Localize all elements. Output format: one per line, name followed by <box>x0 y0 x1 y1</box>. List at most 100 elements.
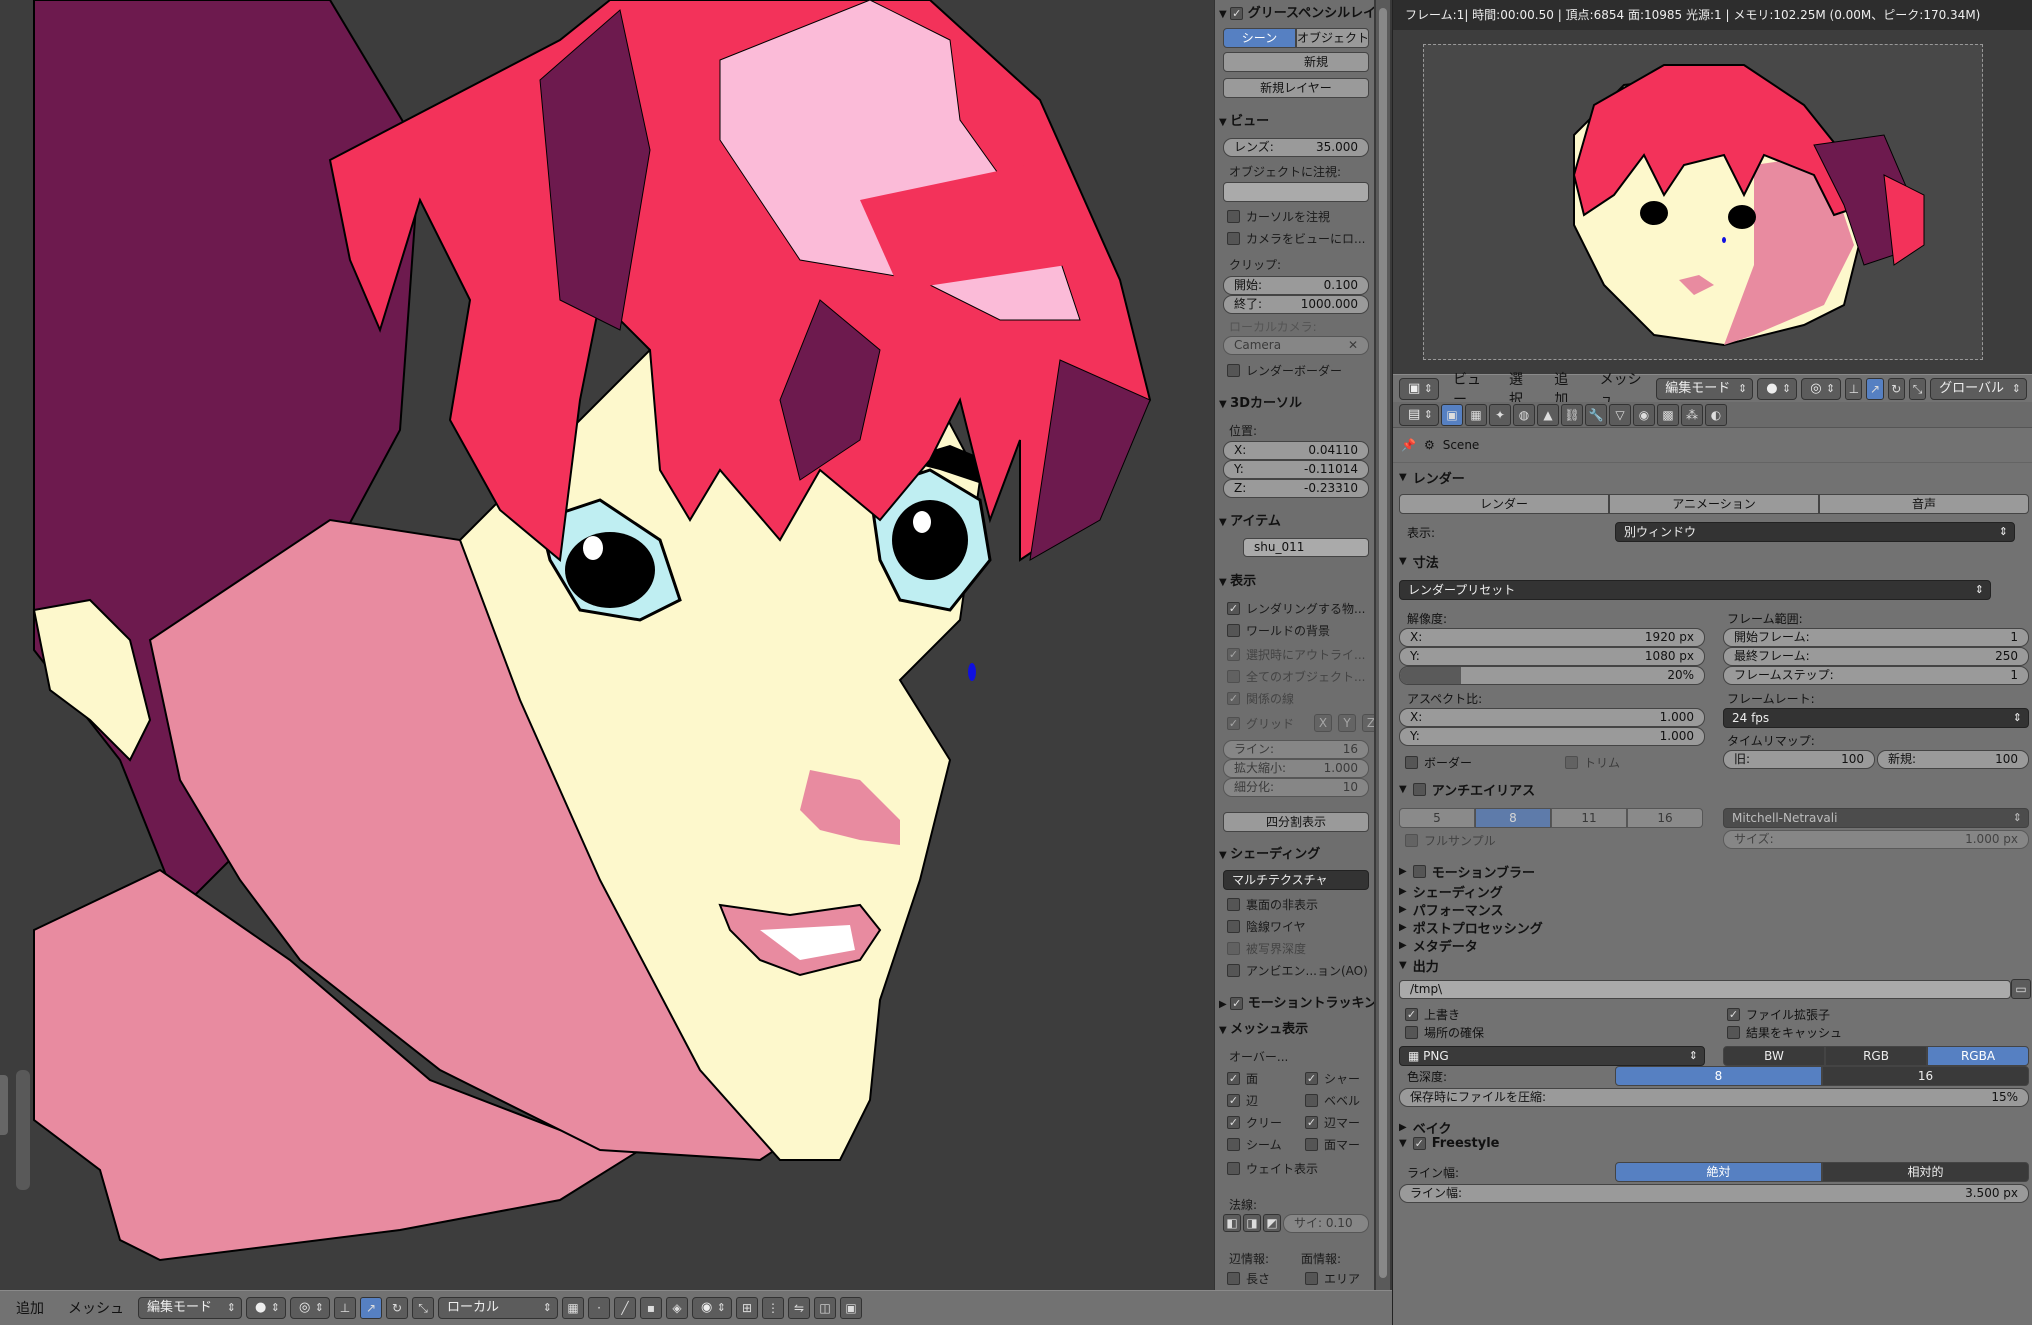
folder-icon[interactable]: ▭ <box>2011 979 2031 999</box>
item-panel-header[interactable]: アイテム <box>1219 510 1370 529</box>
frame-rate-select[interactable]: 24 fps <box>1723 708 2029 728</box>
motion-blur-panel-header[interactable]: モーションブラー <box>1399 862 1535 881</box>
compression-slider[interactable]: 保存時にファイルを圧縮: 15% <box>1399 1088 2029 1107</box>
grid-axis-x-toggle[interactable]: X <box>1314 714 1333 732</box>
clear-icon[interactable]: ✕ <box>1348 337 1358 354</box>
tab-layers-icon[interactable]: ▦ <box>1465 403 1487 426</box>
aspect-x-field[interactable]: X: 1.000 <box>1399 708 1705 727</box>
backface-culling-checkbox[interactable]: 裏面の非表示 <box>1227 896 1318 913</box>
file-extensions-checkbox[interactable]: ✓ ファイル拡張子 <box>1727 1006 1830 1023</box>
layer-icon[interactable]: ▦ <box>562 1297 584 1319</box>
only-render-checkbox[interactable]: ✓ レンダリングする物... <box>1227 600 1365 617</box>
scale-icon[interactable]: ⤡ <box>1908 377 1927 400</box>
freestyle-panel-header[interactable]: ✓Freestyle <box>1399 1136 1500 1151</box>
full-sample-checkbox[interactable]: フルサンプル <box>1405 832 1496 849</box>
post-processing-panel-header[interactable]: ポストプロセッシング <box>1399 918 1543 937</box>
frame-start-field[interactable]: 開始フレーム: 1 <box>1723 628 2029 647</box>
render-panel-header[interactable]: レンダー <box>1399 468 1465 487</box>
grease-pencil-header[interactable]: ✓ グリースペンシルレイ <box>1219 2 1374 21</box>
frame-end-field[interactable]: 最終フレーム: 250 <box>1723 647 2029 666</box>
viewport-scrollbar[interactable] <box>16 1070 30 1190</box>
normal-size-field[interactable]: サイ: 0.10 <box>1283 1214 1369 1233</box>
remap-new-field[interactable]: 新規: 100 <box>1877 750 2029 769</box>
shading-panel-header[interactable]: シェーディング <box>1399 882 1503 901</box>
border-checkbox[interactable]: ボーダー <box>1405 754 1472 771</box>
cursor-z-field[interactable]: Z: -0.23310 <box>1223 479 1369 498</box>
orientation-select[interactable]: ローカル <box>438 1297 558 1319</box>
show-face-marks-checkbox[interactable]: 面マー <box>1305 1136 1360 1153</box>
resolution-y-field[interactable]: Y: 1080 px <box>1399 647 1705 666</box>
menu-add[interactable]: 追加 <box>6 1298 54 1318</box>
resolution-x-field[interactable]: X: 1920 px <box>1399 628 1705 647</box>
grid-subdivisions-field[interactable]: 細分化: 10 <box>1223 778 1369 797</box>
local-camera-field[interactable]: Camera ✕ <box>1223 336 1369 355</box>
aa-samples-8[interactable]: 8 <box>1475 808 1551 828</box>
aa-samples-16[interactable]: 16 <box>1627 808 1703 828</box>
edge-length-checkbox[interactable]: 長さ <box>1227 1270 1270 1287</box>
show-faces-checkbox[interactable]: ✓ 面 <box>1227 1070 1258 1087</box>
lens-field[interactable]: レンズ: 35.000 <box>1223 138 1369 157</box>
depth-of-field-checkbox[interactable]: 被写界深度 <box>1227 940 1306 957</box>
shading-panel-header[interactable]: シェーディング <box>1219 843 1370 862</box>
crop-checkbox[interactable]: トリム <box>1565 754 1620 771</box>
line-width-absolute-button[interactable]: 絶対 <box>1615 1162 1822 1182</box>
lock-camera-checkbox[interactable]: カメラをビューにロ... <box>1227 230 1365 247</box>
3d-viewport[interactable] <box>0 0 1214 1290</box>
aspect-y-field[interactable]: Y: 1.000 <box>1399 727 1705 746</box>
render-presets-select[interactable]: レンダープリセット <box>1399 580 1991 600</box>
antialiasing-panel-header[interactable]: アンチエイリアス <box>1399 780 1535 799</box>
tab-render-icon[interactable]: ▣ <box>1441 403 1463 426</box>
render-border-checkbox[interactable]: レンダーボーダー <box>1227 362 1342 379</box>
grid-scale-field[interactable]: 拡大縮小: 1.000 <box>1223 759 1369 778</box>
line-width-relative-button[interactable]: 相対的 <box>1822 1162 2029 1182</box>
tab-scene-icon[interactable]: ✦ <box>1489 403 1511 426</box>
cursor-y-field[interactable]: Y: -0.11014 <box>1223 460 1369 479</box>
aa-samples-5[interactable]: 5 <box>1399 808 1475 828</box>
ambient-occlusion-checkbox[interactable]: アンビエン...ョン(AO) <box>1227 962 1368 979</box>
depth-16-button[interactable]: 16 <box>1822 1066 2029 1086</box>
tab-physics-icon[interactable]: ◐ <box>1705 403 1727 426</box>
frame-step-field[interactable]: フレームステップ: 1 <box>1723 666 2029 685</box>
lock-cursor-checkbox[interactable]: カーソルを注視 <box>1227 208 1330 225</box>
editor-type-select[interactable]: ▣ <box>1399 377 1439 400</box>
translate-icon[interactable]: ↗ <box>360 1297 382 1319</box>
show-edges-checkbox[interactable]: ✓ 辺 <box>1227 1092 1258 1109</box>
clip-start-field[interactable]: 開始: 0.100 <box>1223 276 1369 295</box>
view-panel-header[interactable]: ビュー <box>1219 110 1370 129</box>
tab-data-icon[interactable]: ▽ <box>1609 403 1631 426</box>
grid-lines-field[interactable]: ライン: 16 <box>1223 740 1369 759</box>
resolution-percent-slider[interactable]: 20% <box>1399 666 1705 685</box>
motion-tracking-header[interactable]: ✓ モーショントラッキン <box>1219 992 1374 1011</box>
depth-8-button[interactable]: 8 <box>1615 1066 1822 1086</box>
grease-new-button[interactable]: 新規 <box>1223 52 1369 72</box>
hidden-wire-checkbox[interactable]: 陰線ワイヤ <box>1227 918 1306 935</box>
grid-axis-z-toggle[interactable]: Z <box>1362 714 1374 732</box>
opengl-render-icon[interactable]: ▣ <box>840 1297 862 1319</box>
tab-texture-icon[interactable]: ▩ <box>1657 403 1679 426</box>
tab-world-icon[interactable]: ◍ <box>1513 403 1535 426</box>
aa-samples-11[interactable]: 11 <box>1551 808 1627 828</box>
display-select[interactable]: 別ウィンドウ <box>1615 522 2015 542</box>
mode-select[interactable]: 編集モード <box>1656 377 1754 400</box>
cache-result-checkbox[interactable]: 結果をキャッシュ <box>1727 1024 1842 1041</box>
outline-selected-checkbox[interactable]: ✓ 選択時にアウトライ... <box>1227 646 1365 663</box>
new-layer-button[interactable]: 新規レイヤー <box>1223 78 1369 98</box>
translate-icon[interactable]: ↗ <box>1866 377 1884 400</box>
display-panel-header[interactable]: 表示 <box>1219 570 1370 589</box>
tab-constraints-icon[interactable]: ⛓ <box>1561 403 1583 426</box>
color-rgba-button[interactable]: RGBA <box>1927 1046 2029 1066</box>
vertex-select-icon[interactable]: · <box>588 1297 610 1319</box>
render-button[interactable]: レンダー <box>1399 494 1609 514</box>
shading-mode-select[interactable]: マルチテクスチャ <box>1223 870 1369 890</box>
tab-particles-icon[interactable]: ⁂ <box>1681 403 1703 426</box>
mode-select[interactable]: 編集モード <box>138 1297 242 1319</box>
toggle-quad-view-button[interactable]: 四分割表示 <box>1223 812 1369 832</box>
rotate-icon[interactable]: ↻ <box>386 1297 408 1319</box>
pivot-select[interactable]: ◎ <box>1801 377 1842 400</box>
dimensions-panel-header[interactable]: 寸法 <box>1399 552 1439 571</box>
show-sharp-checkbox[interactable]: ✓ シャー <box>1305 1070 1360 1087</box>
animation-button[interactable]: アニメーション <box>1609 494 1819 514</box>
manipulator-icon[interactable]: ⊥ <box>334 1297 356 1319</box>
cursor-x-field[interactable]: X: 0.04110 <box>1223 441 1369 460</box>
viewport-shading-select[interactable]: ● <box>246 1297 286 1319</box>
